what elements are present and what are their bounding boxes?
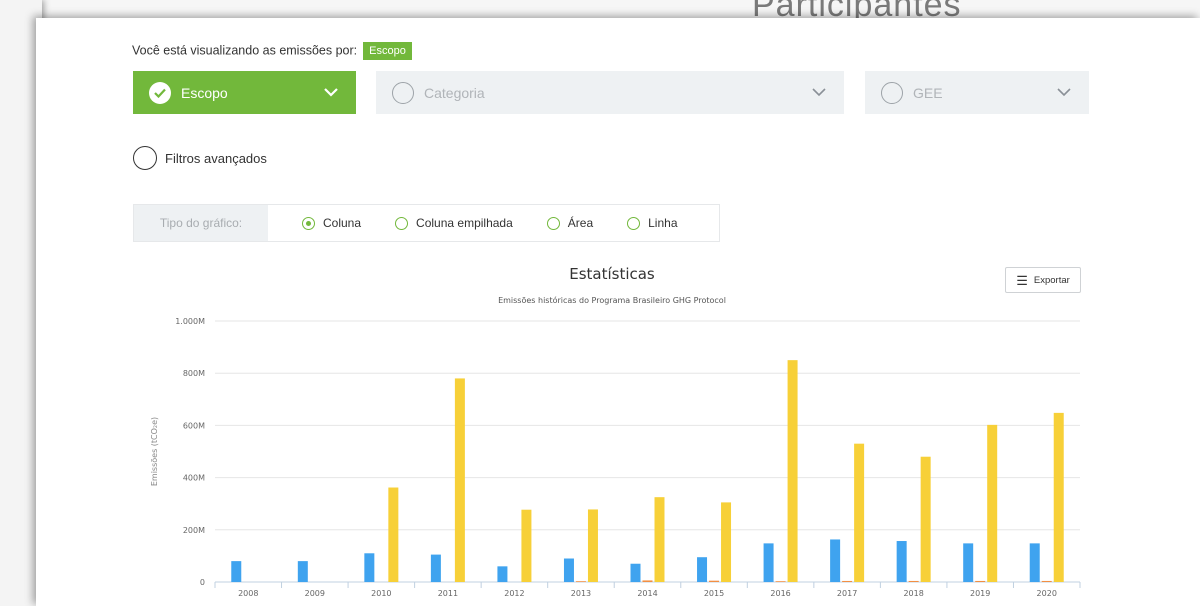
bar xyxy=(963,543,974,582)
x-tick-label: 2008 xyxy=(238,589,258,598)
y-tick-label: 1.000M xyxy=(175,317,205,326)
bar xyxy=(642,580,653,582)
x-tick-label: 2011 xyxy=(438,589,458,598)
bar xyxy=(787,360,798,582)
bar xyxy=(920,456,931,582)
bar xyxy=(987,424,998,582)
bar xyxy=(721,502,732,582)
bar xyxy=(697,557,708,582)
bar xyxy=(854,443,865,582)
y-axis-label: Emissões (tCO₂e) xyxy=(150,417,159,486)
bar xyxy=(521,509,532,582)
x-tick-label: 2015 xyxy=(704,589,724,598)
bar xyxy=(497,566,508,582)
x-tick-label: 2017 xyxy=(837,589,857,598)
x-tick-label: 2020 xyxy=(1037,589,1057,598)
bar xyxy=(1053,412,1064,582)
x-tick-label: 2019 xyxy=(970,589,990,598)
x-tick-label: 2009 xyxy=(305,589,325,598)
x-tick-label: 2018 xyxy=(903,589,923,598)
bar xyxy=(830,539,841,582)
y-tick-label: 400M xyxy=(183,474,205,483)
bar xyxy=(430,554,441,582)
bar xyxy=(587,509,598,582)
bar xyxy=(709,580,720,582)
emissions-chart: 0 200M 400M 600M 800M 1.000M Emissões (tCO₂e) 2… xyxy=(150,317,1081,598)
bar xyxy=(1041,580,1052,582)
x-tick-label: 2016 xyxy=(770,589,790,598)
bar xyxy=(908,580,919,582)
x-tick-label: 2013 xyxy=(571,589,591,598)
bar xyxy=(1029,543,1040,582)
x-tick-label: 2012 xyxy=(504,589,524,598)
bar xyxy=(563,558,574,582)
bar xyxy=(842,580,853,582)
bar xyxy=(575,581,586,582)
bar xyxy=(231,561,242,582)
y-tick-label: 800M xyxy=(183,369,205,378)
x-tick-label: 2010 xyxy=(371,589,391,598)
y-tick-label: 200M xyxy=(183,526,205,535)
y-tick-label: 0 xyxy=(200,578,205,587)
bar xyxy=(630,563,641,582)
bar xyxy=(388,487,399,582)
x-tick-label: 2014 xyxy=(637,589,657,598)
y-tick-label: 600M xyxy=(183,421,205,430)
bar xyxy=(975,580,986,582)
bar xyxy=(763,543,774,582)
bar xyxy=(364,553,375,582)
bar xyxy=(454,378,465,582)
bar xyxy=(297,561,308,582)
bar xyxy=(775,581,786,582)
bar xyxy=(896,541,907,582)
bar xyxy=(654,497,665,582)
